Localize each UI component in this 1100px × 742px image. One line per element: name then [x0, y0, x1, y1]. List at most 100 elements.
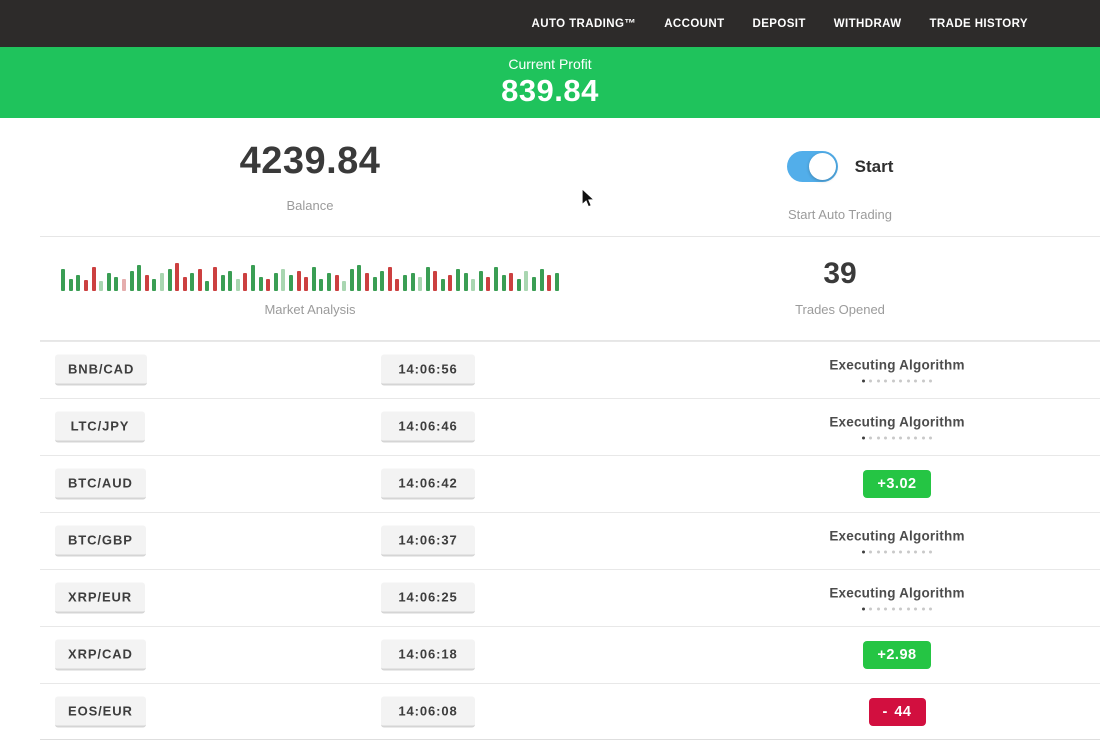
market-analysis-cell: Market Analysis: [40, 237, 580, 341]
market-bar: [547, 275, 551, 291]
progress-dot: [892, 550, 895, 553]
market-bar: [486, 277, 490, 291]
market-bar: [183, 277, 187, 291]
executing-algorithm-label: Executing Algorithm: [817, 414, 977, 429]
time-chip: 14:06:42: [381, 468, 475, 499]
progress-dot: [869, 550, 872, 553]
progress-dot: [922, 607, 925, 610]
market-bar: [448, 275, 452, 291]
balance-label: Balance: [287, 198, 334, 213]
progress-dot: [877, 607, 880, 610]
time-chip: 14:06:46: [381, 411, 475, 442]
progress-dots: [817, 607, 977, 610]
progress-dot: [869, 607, 872, 610]
trades-opened-label: Trades Opened: [795, 302, 885, 317]
progress-dot: [914, 550, 917, 553]
market-bar: [418, 277, 422, 291]
market-bar: [259, 277, 263, 291]
current-profit-label: Current Profit: [508, 56, 591, 72]
progress-dot: [884, 379, 887, 382]
nav-item-account[interactable]: ACCOUNT: [664, 18, 724, 30]
market-bar: [342, 281, 346, 291]
toggle-knob[interactable]: [809, 153, 836, 180]
trade-row: BTC/GBP 14:06:37 Executing Algorithm: [0, 512, 1100, 569]
market-bar: [92, 267, 96, 291]
nav-item-auto-trading[interactable]: AUTO TRADING™: [532, 18, 637, 30]
progress-dots: [817, 436, 977, 439]
market-bar: [509, 273, 513, 291]
market-bar: [312, 267, 316, 291]
market-bar: [114, 277, 118, 291]
nav-item-trade-history[interactable]: TRADE HISTORY: [930, 18, 1029, 30]
badge-amount: 2.98: [886, 647, 916, 663]
trades-list: BNB/CAD 14:06:56 Executing Algorithm LTC…: [0, 341, 1100, 740]
progress-dot: [884, 436, 887, 439]
nav-item-withdraw[interactable]: WITHDRAW: [834, 18, 902, 30]
current-profit-value: 839.84: [501, 73, 599, 109]
market-bar: [160, 273, 164, 291]
trade-row: XRP/EUR 14:06:25 Executing Algorithm: [0, 569, 1100, 626]
time-chip: 14:06:08: [381, 696, 475, 727]
progress-dot: [862, 607, 865, 610]
market-bar: [137, 265, 141, 291]
badge-amount: 3.02: [886, 476, 916, 492]
time-chip: 14:06:37: [381, 525, 475, 556]
progress-dot: [914, 379, 917, 382]
trade-status: Executing Algorithm: [817, 585, 977, 610]
pair-chip: EOS/EUR: [55, 696, 146, 727]
market-bar: [411, 273, 415, 291]
market-bar: [107, 273, 111, 291]
market-bar: [471, 279, 475, 291]
progress-dot: [907, 436, 910, 439]
progress-dot: [914, 607, 917, 610]
market-bar: [433, 271, 437, 291]
market-bar: [168, 269, 172, 291]
market-bar: [388, 267, 392, 291]
progress-dot: [929, 379, 932, 382]
trade-status: +3.02: [817, 470, 977, 498]
market-bar: [289, 275, 293, 291]
badge-amount: 44: [894, 704, 911, 720]
market-bar: [236, 279, 240, 291]
trade-row: XRP/CAD 14:06:18 +2.98: [0, 626, 1100, 683]
trade-status: Executing Algorithm: [817, 528, 977, 553]
progress-dot: [877, 550, 880, 553]
progress-dot: [862, 436, 865, 439]
auto-trading-cell: Start Start Auto Trading: [580, 118, 1100, 237]
market-bar: [145, 275, 149, 291]
market-bar: [130, 271, 134, 291]
progress-dot: [892, 436, 895, 439]
progress-dot: [892, 607, 895, 610]
trade-status: -44: [817, 698, 977, 726]
progress-dot: [922, 379, 925, 382]
auto-trading-toggle[interactable]: [787, 151, 838, 182]
loss-badge: -44: [869, 698, 926, 726]
time-chip: 14:06:25: [381, 582, 475, 613]
stats-row-market: Market Analysis 39 Trades Opened: [0, 237, 1100, 341]
market-analysis-label: Market Analysis: [264, 302, 355, 317]
executing-algorithm-label: Executing Algorithm: [817, 585, 977, 600]
progress-dot: [922, 436, 925, 439]
market-bar: [266, 279, 270, 291]
progress-dot: [862, 379, 865, 382]
market-bar: [205, 281, 209, 291]
market-bar: [494, 267, 498, 291]
stats-row-balance: 4239.84 Balance Start Start Auto Trading: [0, 118, 1100, 237]
market-bar: [373, 277, 377, 291]
progress-dot: [884, 607, 887, 610]
market-analysis-chart: [61, 261, 559, 291]
trade-row: BNB/CAD 14:06:56 Executing Algorithm: [0, 341, 1100, 398]
market-bar: [517, 279, 521, 291]
badge-sign: -: [883, 704, 888, 720]
market-bar: [297, 271, 301, 291]
market-bar: [274, 273, 278, 291]
trade-row: BTC/AUD 14:06:42 +3.02: [0, 455, 1100, 512]
market-bar: [403, 275, 407, 291]
market-bar: [524, 271, 528, 291]
progress-dot: [914, 436, 917, 439]
nav-item-deposit[interactable]: DEPOSIT: [753, 18, 806, 30]
start-auto-trading-label: Start Auto Trading: [788, 207, 892, 222]
pair-chip: XRP/CAD: [55, 639, 146, 670]
market-bar: [426, 267, 430, 291]
market-bar: [327, 273, 331, 291]
